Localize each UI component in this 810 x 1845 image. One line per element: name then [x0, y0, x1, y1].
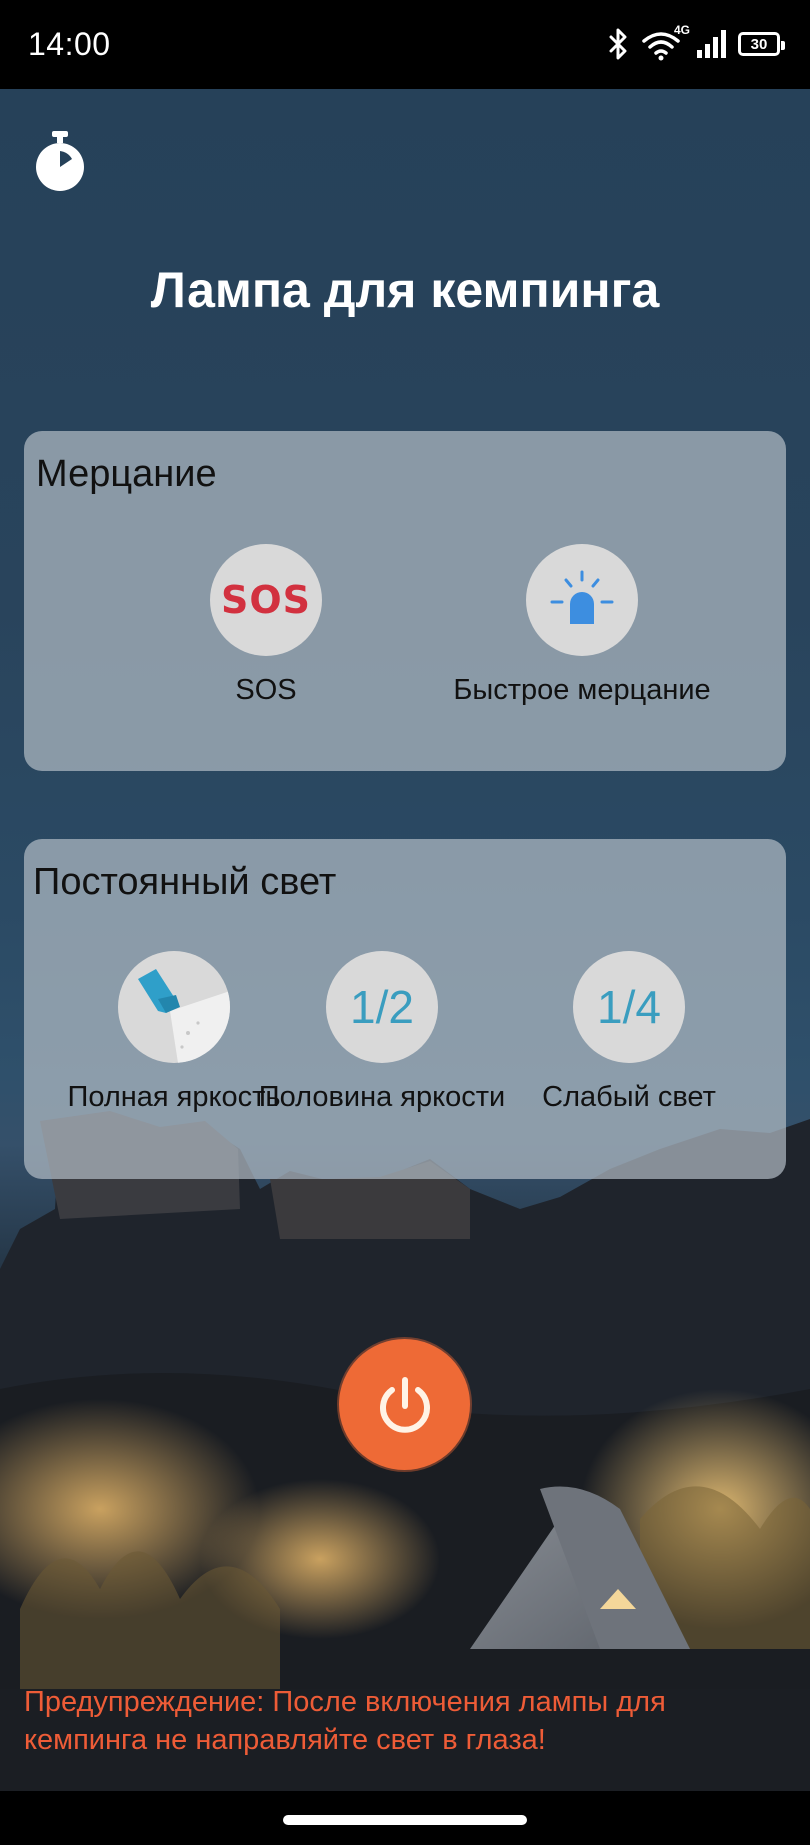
fast-flicker-label: Быстрое мерцание: [453, 674, 711, 706]
status-time: 14:00: [28, 26, 111, 62]
half-brightness-label: Половина яркости: [258, 1081, 506, 1113]
network-type-label: 4G: [673, 23, 690, 37]
steady-section-title: Постоянный свет: [33, 861, 337, 903]
wifi-icon: 4G: [642, 23, 690, 61]
stopwatch-icon: [36, 131, 84, 191]
flicker-card: Мерцание SOS SOS Быстрое мерцание: [24, 431, 786, 771]
power-icon: [379, 1376, 430, 1433]
sos-icon: SOS: [210, 544, 322, 656]
navigation-bar: [0, 1791, 810, 1845]
quarter-fraction-text: 1/4: [597, 981, 661, 1033]
fast-flicker-option[interactable]: Быстрое мерцание: [422, 544, 742, 707]
steady-light-card: Постоянный свет Полная яркость 1/2 Полов…: [24, 839, 786, 1179]
timer-button[interactable]: [30, 129, 90, 193]
status-icons: 4G 30: [608, 23, 785, 62]
battery-icon: 30: [738, 32, 785, 56]
eye-safety-warning: Предупреждение: После включения лампы дл…: [24, 1686, 666, 1756]
bluetooth-icon: [609, 28, 627, 60]
flicker-section-title: Мерцание: [36, 453, 217, 495]
quarter-fraction-icon: 1/4: [573, 951, 685, 1063]
power-button[interactable]: [339, 1339, 470, 1470]
half-brightness-option[interactable]: 1/2 Половина яркости: [259, 951, 505, 1114]
dim-light-option[interactable]: 1/4 Слабый свет: [519, 951, 739, 1114]
dim-light-label: Слабый свет: [542, 1081, 716, 1113]
flashing-bulb-icon: [526, 544, 638, 656]
half-fraction-icon: 1/2: [326, 951, 438, 1063]
page-title: Лампа для кемпинга: [150, 262, 660, 318]
full-brightness-option[interactable]: Полная яркость: [64, 951, 284, 1114]
status-bar: 14:00 4G 30: [0, 0, 810, 89]
battery-level: 30: [750, 35, 768, 53]
flashlight-icon: [118, 951, 230, 1063]
signal-icon: [697, 30, 726, 58]
app-screen: Лампа для кемпинга Мерцание SOS SOS Быст…: [0, 89, 810, 1791]
sos-badge-text: SOS: [220, 578, 312, 622]
sos-mode-option[interactable]: SOS SOS: [186, 544, 346, 707]
home-indicator[interactable]: [283, 1815, 527, 1825]
half-fraction-text: 1/2: [350, 981, 414, 1033]
full-brightness-label: Полная яркость: [67, 1081, 281, 1113]
sos-mode-label: SOS: [235, 674, 297, 706]
